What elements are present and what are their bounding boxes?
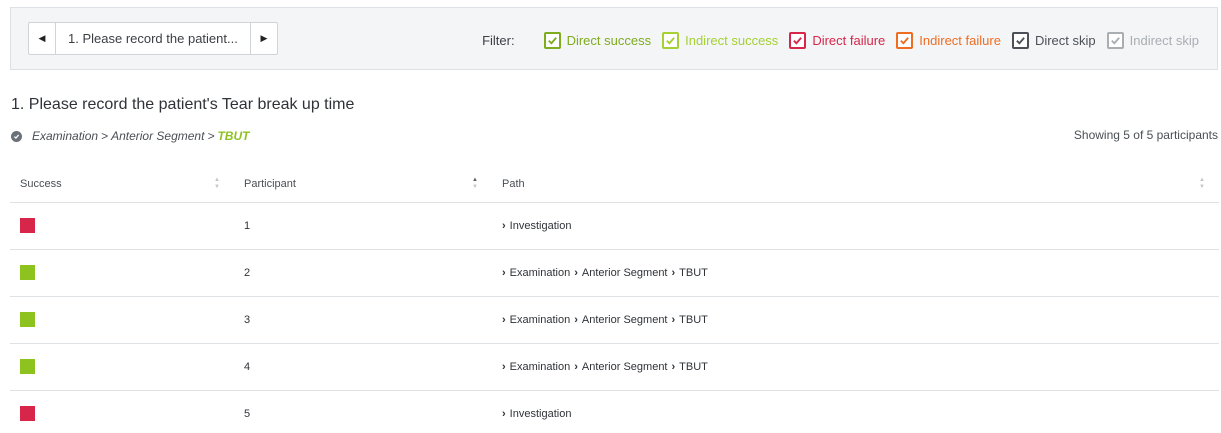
participant-count: Showing 5 of 5 participants xyxy=(1073,128,1218,142)
table-row[interactable]: 3 › Examination › Anterior Segment › TBUT xyxy=(10,296,1219,344)
result-color-swatch xyxy=(20,218,35,233)
success-cell xyxy=(10,390,234,433)
checkbox-checked-icon[interactable] xyxy=(789,31,807,49)
chevron-right-icon: › xyxy=(671,360,676,373)
page-title: 1. Please record the patient's Tear brea… xyxy=(11,96,355,113)
current-question-selector[interactable]: 1. Please record the patient... xyxy=(56,22,250,55)
checkbox-checked-icon[interactable] xyxy=(1106,31,1124,49)
chevron-right-icon: › xyxy=(502,219,506,232)
column-header-success[interactable]: Success ▲ ▼ xyxy=(10,167,234,203)
filter-bar: Filter: Direct success Indirect success Di… xyxy=(482,30,1199,50)
participant-cell: 3 xyxy=(234,296,492,344)
filter-indirect-skip[interactable]: Indirect skip xyxy=(1106,31,1199,49)
checkbox-checked-icon[interactable] xyxy=(662,31,680,49)
breadcrumb-item: Anterior Segment xyxy=(111,129,205,143)
participant-cell: 1 xyxy=(234,202,492,250)
filter-label: Filter: xyxy=(482,32,515,48)
filter-label-text: Indirect skip xyxy=(1129,32,1199,48)
previous-question-button[interactable]: ◀ xyxy=(28,22,56,55)
filter-direct-failure[interactable]: Direct failure xyxy=(789,31,886,49)
filter-indirect-success[interactable]: Indirect success xyxy=(662,31,779,49)
path-step: Examination xyxy=(509,266,571,279)
column-header-participant[interactable]: Participant ▲ ▼ xyxy=(234,167,492,203)
result-color-swatch xyxy=(20,406,35,421)
success-cell xyxy=(10,249,234,297)
breadcrumb-separator: > xyxy=(207,129,215,143)
chevron-right-icon: › xyxy=(574,266,578,279)
path-step: Anterior Segment xyxy=(581,360,668,373)
participant-cell: 2 xyxy=(234,249,492,297)
filter-label-text: Direct success xyxy=(566,32,652,48)
success-cell xyxy=(10,296,234,344)
chevron-right-icon: › xyxy=(502,266,506,279)
path-step: Anterior Segment xyxy=(581,266,668,279)
chevron-right-icon: › xyxy=(502,313,506,326)
path-step: Examination xyxy=(509,313,571,326)
path-cell: › Investigation xyxy=(492,390,1219,433)
column-header-path[interactable]: Path ▲ ▼ xyxy=(492,167,1219,203)
chevron-right-icon: › xyxy=(574,360,578,373)
path-cell: › Examination › Anterior Segment › TBUT xyxy=(492,249,1219,297)
success-cell xyxy=(10,202,234,250)
path-step: TBUT xyxy=(679,266,708,279)
participant-cell: 5 xyxy=(234,390,492,433)
filter-direct-skip[interactable]: Direct skip xyxy=(1011,31,1096,49)
filter-label-text: Indirect failure xyxy=(919,32,1001,48)
path-cell: › Investigation xyxy=(492,202,1219,250)
chevron-right-icon: › xyxy=(574,313,578,326)
path-step: TBUT xyxy=(679,360,708,373)
filter-label-text: Indirect success xyxy=(685,32,779,48)
table-row[interactable]: 4 › Examination › Anterior Segment › TBUT xyxy=(10,343,1219,391)
checkbox-checked-icon[interactable] xyxy=(1011,31,1029,49)
table-row[interactable]: 2 › Examination › Anterior Segment › TBUT xyxy=(10,249,1219,297)
checkbox-checked-icon[interactable] xyxy=(543,31,561,49)
filter-label-text: Direct failure xyxy=(812,32,886,48)
path-cell: › Examination › Anterior Segment › TBUT xyxy=(492,343,1219,391)
filter-label-text: Direct skip xyxy=(1034,32,1096,48)
result-color-swatch xyxy=(20,359,35,374)
chevron-right-icon: › xyxy=(502,407,506,420)
checkbox-checked-icon[interactable] xyxy=(896,31,914,49)
result-color-swatch xyxy=(20,265,35,280)
filter-direct-success[interactable]: Direct success xyxy=(543,31,652,49)
path-step: Examination xyxy=(509,360,571,373)
check-circle-icon xyxy=(11,130,22,142)
path-step: Anterior Segment xyxy=(581,313,668,326)
participant-cell: 4 xyxy=(234,343,492,391)
sort-icon: ▲ ▼ xyxy=(1199,177,1205,190)
table-header-row: Success ▲ ▼ Participant ▲ ▼ Path ▲ ▼ xyxy=(10,167,1219,203)
table-row[interactable]: 1 › Investigation xyxy=(10,202,1219,250)
table-row[interactable]: 5 › Investigation xyxy=(10,390,1219,433)
success-cell xyxy=(10,343,234,391)
chevron-right-icon: ▶ xyxy=(260,33,268,43)
next-question-button[interactable]: ▶ xyxy=(250,22,278,55)
chevron-right-icon: › xyxy=(671,313,676,326)
path-step: TBUT xyxy=(679,313,708,326)
question-navigator: ◀ 1. Please record the patient... ▶ xyxy=(28,22,278,55)
sort-ascending-icon: ▲ ▼ xyxy=(472,177,478,190)
result-color-swatch xyxy=(20,312,35,327)
breadcrumb-item: Examination xyxy=(32,129,99,143)
chevron-right-icon: › xyxy=(502,360,506,373)
top-toolbar: ◀ 1. Please record the patient... ▶ Filt… xyxy=(10,7,1218,70)
chevron-left-icon: ◀ xyxy=(38,33,46,43)
filter-indirect-failure[interactable]: Indirect failure xyxy=(896,31,1001,49)
breadcrumb-target: TBUT xyxy=(217,129,250,143)
results-table: Success ▲ ▼ Participant ▲ ▼ Path ▲ ▼ 1 › Inve… xyxy=(10,167,1219,433)
path-cell: › Examination › Anterior Segment › TBUT xyxy=(492,296,1219,344)
chevron-right-icon: › xyxy=(671,266,676,279)
path-step: Investigation xyxy=(509,219,572,232)
path-step: Investigation xyxy=(509,407,572,420)
breadcrumb-separator: > xyxy=(101,129,109,143)
sort-icon: ▲ ▼ xyxy=(214,177,220,190)
correct-path-breadcrumb: Examination > Anterior Segment > TBUT xyxy=(11,128,249,144)
